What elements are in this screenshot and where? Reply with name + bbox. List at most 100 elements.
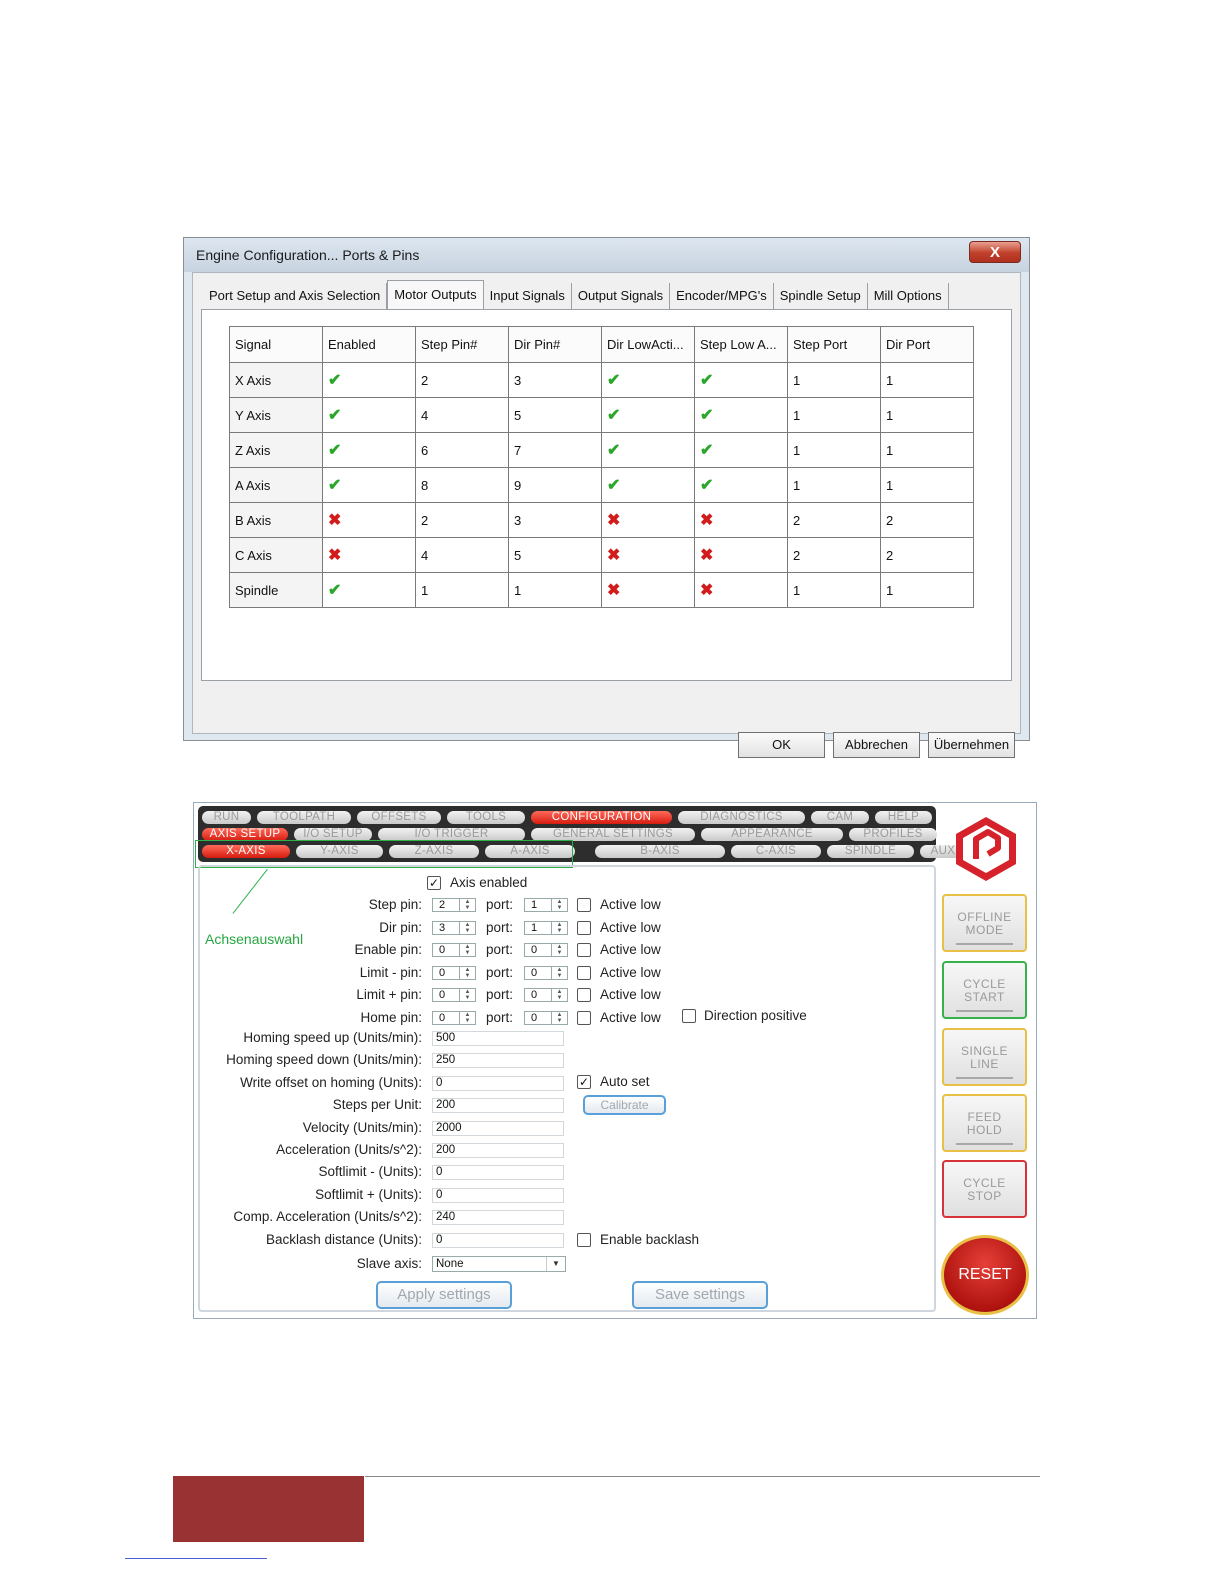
- dir-low-active-cell[interactable]: ✖: [601, 502, 695, 538]
- direction-positive-checkbox[interactable]: [682, 1009, 696, 1023]
- step-low-active-cell[interactable]: ✔: [694, 362, 788, 398]
- dir-low-active-cell[interactable]: ✖: [601, 537, 695, 573]
- tab-cam[interactable]: CAM: [811, 811, 869, 824]
- table-row[interactable]: Y Axis ✔ 4 5 ✔ ✔ 1 1: [229, 397, 974, 433]
- step-port-cell[interactable]: 1: [787, 467, 881, 503]
- table-row[interactable]: X Axis ✔ 2 3 ✔ ✔ 1 1: [229, 362, 974, 398]
- signal-cell[interactable]: A Axis: [229, 467, 323, 503]
- tab-appearance[interactable]: APPEARANCE: [701, 828, 843, 841]
- cancel-button[interactable]: Abbrechen: [833, 732, 920, 758]
- active-low-checkbox[interactable]: [577, 1011, 591, 1025]
- tab-configuration[interactable]: CONFIGURATION: [531, 811, 672, 824]
- dir-port-cell[interactable]: 2: [880, 537, 974, 573]
- active-low-checkbox[interactable]: [577, 943, 591, 957]
- column-header[interactable]: Signal: [229, 326, 323, 363]
- auto-set-checkbox[interactable]: ✓: [577, 1075, 591, 1089]
- tab-help[interactable]: HELP: [875, 811, 932, 824]
- step-port-cell[interactable]: 2: [787, 502, 881, 538]
- dir-port-cell[interactable]: 1: [880, 467, 974, 503]
- calibrate-button[interactable]: Calibrate: [583, 1095, 666, 1115]
- apply-settings-button[interactable]: Apply settings: [376, 1281, 512, 1309]
- port-spinbox[interactable]: 0 ▲ ▼: [524, 988, 568, 1002]
- tab-motor-outputs[interactable]: Motor Outputs: [387, 280, 484, 310]
- pin-spinbox[interactable]: 0 ▲ ▼: [432, 943, 476, 957]
- homing-speed-down-input[interactable]: 250: [432, 1053, 564, 1068]
- column-header[interactable]: Step Pin#: [415, 326, 509, 363]
- port-spinbox[interactable]: 0 ▲ ▼: [524, 1011, 568, 1025]
- dir-port-cell[interactable]: 1: [880, 362, 974, 398]
- column-header[interactable]: Dir Port: [880, 326, 974, 363]
- tab-spindle-setup[interactable]: Spindle Setup: [774, 283, 868, 309]
- signal-cell[interactable]: B Axis: [229, 502, 323, 538]
- tab-tools[interactable]: TOOLS: [447, 811, 525, 824]
- tab-output-signals[interactable]: Output Signals: [572, 283, 671, 309]
- dir-low-active-cell[interactable]: ✔: [601, 432, 695, 468]
- pin-spinbox[interactable]: 0 ▲ ▼: [432, 988, 476, 1002]
- tab-run[interactable]: RUN: [202, 811, 251, 824]
- dialog-title-bar[interactable]: Engine Configuration... Ports & Pins X: [184, 238, 1029, 272]
- port-spinbox[interactable]: 1 ▲ ▼: [524, 921, 568, 935]
- dir-pin-cell[interactable]: 9: [508, 467, 602, 503]
- step-pin-cell[interactable]: 4: [415, 537, 509, 573]
- feed-hold-button[interactable]: FEED HOLD: [942, 1094, 1027, 1152]
- dir-low-active-cell[interactable]: ✔: [601, 397, 695, 433]
- step-pin-cell[interactable]: 2: [415, 502, 509, 538]
- port-spinbox[interactable]: 0 ▲ ▼: [524, 943, 568, 957]
- tab-profiles[interactable]: PROFILES: [849, 828, 937, 841]
- tab-b-axis[interactable]: B-AXIS: [595, 845, 725, 858]
- tab-mill-options[interactable]: Mill Options: [868, 283, 949, 309]
- column-header[interactable]: Enabled: [322, 326, 416, 363]
- enabled-cell[interactable]: ✔: [322, 362, 416, 398]
- signal-cell[interactable]: Spindle: [229, 572, 323, 608]
- dir-pin-cell[interactable]: 5: [508, 397, 602, 433]
- single-line-button[interactable]: SINGLE LINE: [942, 1028, 1027, 1086]
- pin-spinbox[interactable]: 3 ▲ ▼: [432, 921, 476, 935]
- enabled-cell[interactable]: ✔: [322, 572, 416, 608]
- dir-pin-cell[interactable]: 3: [508, 362, 602, 398]
- velocity-input[interactable]: 2000: [432, 1121, 564, 1136]
- step-port-cell[interactable]: 1: [787, 432, 881, 468]
- tab-toolpath[interactable]: TOOLPATH: [257, 811, 351, 824]
- enabled-cell[interactable]: ✖: [322, 537, 416, 573]
- softlimit-input[interactable]: 0: [432, 1165, 564, 1180]
- table-row[interactable]: Z Axis ✔ 6 7 ✔ ✔ 1 1: [229, 432, 974, 468]
- dir-port-cell[interactable]: 1: [880, 572, 974, 608]
- dir-port-cell[interactable]: 1: [880, 397, 974, 433]
- step-pin-cell[interactable]: 2: [415, 362, 509, 398]
- enabled-cell[interactable]: ✔: [322, 432, 416, 468]
- tab-encoder-mpg[interactable]: Encoder/MPG's: [670, 283, 774, 309]
- step-port-cell[interactable]: 1: [787, 362, 881, 398]
- dir-pin-cell[interactable]: 5: [508, 537, 602, 573]
- dir-pin-cell[interactable]: 3: [508, 502, 602, 538]
- apply-button[interactable]: Übernehmen: [928, 732, 1015, 758]
- table-row[interactable]: A Axis ✔ 8 9 ✔ ✔ 1 1: [229, 467, 974, 503]
- reset-button[interactable]: RESET: [941, 1235, 1029, 1315]
- step-port-cell[interactable]: 1: [787, 397, 881, 433]
- tab-input-signals[interactable]: Input Signals: [484, 283, 572, 309]
- port-spinbox[interactable]: 1 ▲ ▼: [524, 898, 568, 912]
- step-low-active-cell[interactable]: ✔: [694, 467, 788, 503]
- offline-mode-button[interactable]: OFFLINE MODE: [942, 894, 1027, 952]
- step-pin-cell[interactable]: 6: [415, 432, 509, 468]
- enabled-cell[interactable]: ✖: [322, 502, 416, 538]
- enabled-cell[interactable]: ✔: [322, 467, 416, 503]
- table-row[interactable]: C Axis ✖ 4 5 ✖ ✖ 2 2: [229, 537, 974, 573]
- step-low-active-cell[interactable]: ✔: [694, 397, 788, 433]
- column-header[interactable]: Step Low A...: [694, 326, 788, 363]
- close-icon[interactable]: X: [969, 241, 1021, 263]
- dir-port-cell[interactable]: 1: [880, 432, 974, 468]
- tab-c-axis[interactable]: C-AXIS: [731, 845, 821, 858]
- table-row[interactable]: B Axis ✖ 2 3 ✖ ✖ 2 2: [229, 502, 974, 538]
- pin-spinbox[interactable]: 2 ▲ ▼: [432, 898, 476, 912]
- backlash-distance-input[interactable]: 0: [432, 1233, 564, 1248]
- step-port-cell[interactable]: 2: [787, 537, 881, 573]
- column-header[interactable]: Dir LowActi...: [601, 326, 695, 363]
- signal-cell[interactable]: Y Axis: [229, 397, 323, 433]
- dir-low-active-cell[interactable]: ✔: [601, 467, 695, 503]
- acceleration-input[interactable]: 200: [432, 1143, 564, 1158]
- column-header[interactable]: Step Port: [787, 326, 881, 363]
- step-low-active-cell[interactable]: ✖: [694, 502, 788, 538]
- pin-spinbox[interactable]: 0 ▲ ▼: [432, 1011, 476, 1025]
- signal-cell[interactable]: C Axis: [229, 537, 323, 573]
- pin-spinbox[interactable]: 0 ▲ ▼: [432, 966, 476, 980]
